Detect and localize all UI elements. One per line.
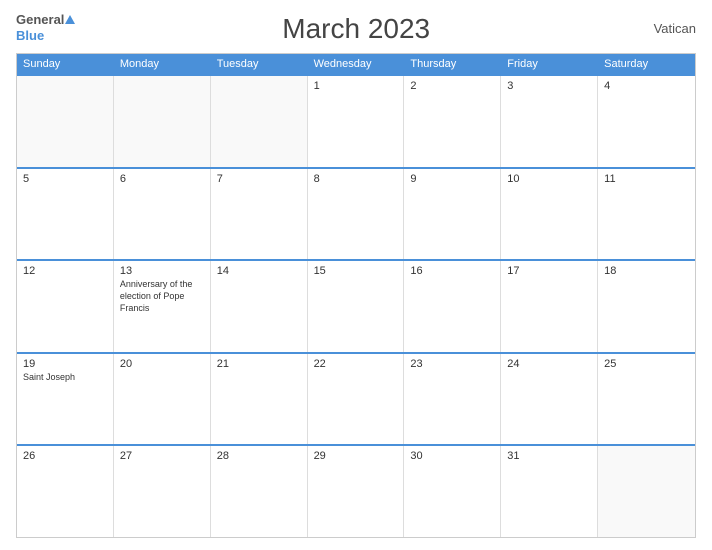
day-cell-4: 4 <box>598 76 695 167</box>
day-cell-5: 5 <box>17 169 114 260</box>
calendar: Sunday Monday Tuesday Wednesday Thursday… <box>16 53 696 538</box>
day-cell-15: 15 <box>308 261 405 352</box>
day-number: 14 <box>217 265 301 277</box>
day-number: 25 <box>604 358 689 370</box>
day-cell-14: 14 <box>211 261 308 352</box>
day-cell-29: 29 <box>308 446 405 537</box>
day-number: 20 <box>120 358 204 370</box>
day-cell-empty <box>114 76 211 167</box>
day-cell-16: 16 <box>404 261 501 352</box>
event-anniversary: Anniversary of the election of Pope Fran… <box>120 279 204 314</box>
week-row-2: 5 6 7 8 9 10 11 <box>17 167 695 260</box>
day-cell-empty <box>598 446 695 537</box>
day-cell-24: 24 <box>501 354 598 445</box>
week-row-4: 19 Saint Joseph 20 21 22 23 24 <box>17 352 695 445</box>
day-number: 31 <box>507 450 591 462</box>
day-cell-7: 7 <box>211 169 308 260</box>
day-number: 22 <box>314 358 398 370</box>
header-wednesday: Wednesday <box>308 54 405 74</box>
header-monday: Monday <box>114 54 211 74</box>
week-row-1: 1 2 3 4 <box>17 74 695 167</box>
event-saint-joseph: Saint Joseph <box>23 372 107 384</box>
day-number: 6 <box>120 173 204 185</box>
day-number: 3 <box>507 80 591 92</box>
day-number: 1 <box>314 80 398 92</box>
day-number: 16 <box>410 265 494 277</box>
day-cell-3: 3 <box>501 76 598 167</box>
header-sunday: Sunday <box>17 54 114 74</box>
day-cell-21: 21 <box>211 354 308 445</box>
day-number: 17 <box>507 265 591 277</box>
day-number: 18 <box>604 265 689 277</box>
day-cell-empty <box>17 76 114 167</box>
header-tuesday: Tuesday <box>211 54 308 74</box>
week-row-5: 26 27 28 29 30 31 <box>17 444 695 537</box>
day-cell-26: 26 <box>17 446 114 537</box>
header: General Blue March 2023 Vatican <box>16 12 696 45</box>
day-cell-11: 11 <box>598 169 695 260</box>
day-number: 12 <box>23 265 107 277</box>
day-cell-28: 28 <box>211 446 308 537</box>
day-cell-31: 31 <box>501 446 598 537</box>
day-number: 28 <box>217 450 301 462</box>
day-cell-empty <box>211 76 308 167</box>
day-number: 27 <box>120 450 204 462</box>
day-cell-12: 12 <box>17 261 114 352</box>
logo: General Blue <box>16 12 76 45</box>
day-number: 29 <box>314 450 398 462</box>
day-number: 30 <box>410 450 494 462</box>
day-headers-row: Sunday Monday Tuesday Wednesday Thursday… <box>17 54 695 74</box>
day-cell-19: 19 Saint Joseph <box>17 354 114 445</box>
day-number: 5 <box>23 173 107 185</box>
day-cell-25: 25 <box>598 354 695 445</box>
week-row-3: 12 13 Anniversary of the election of Pop… <box>17 259 695 352</box>
day-cell-23: 23 <box>404 354 501 445</box>
day-number: 13 <box>120 265 204 277</box>
day-number: 2 <box>410 80 494 92</box>
day-number: 15 <box>314 265 398 277</box>
header-thursday: Thursday <box>404 54 501 74</box>
day-number: 9 <box>410 173 494 185</box>
day-number: 8 <box>314 173 398 185</box>
logo-blue: Blue <box>16 28 44 43</box>
day-number: 11 <box>604 173 689 185</box>
calendar-title: March 2023 <box>76 13 636 45</box>
day-number: 23 <box>410 358 494 370</box>
header-saturday: Saturday <box>598 54 695 74</box>
day-cell-27: 27 <box>114 446 211 537</box>
weeks-container: 1 2 3 4 5 6 <box>17 74 695 537</box>
day-cell-13: 13 Anniversary of the election of Pope F… <box>114 261 211 352</box>
day-cell-17: 17 <box>501 261 598 352</box>
day-cell-22: 22 <box>308 354 405 445</box>
day-cell-8: 8 <box>308 169 405 260</box>
day-number: 7 <box>217 173 301 185</box>
header-friday: Friday <box>501 54 598 74</box>
day-cell-6: 6 <box>114 169 211 260</box>
day-cell-20: 20 <box>114 354 211 445</box>
logo-triangle-icon <box>65 15 75 24</box>
logo-general: General <box>16 12 64 27</box>
day-cell-30: 30 <box>404 446 501 537</box>
day-number: 26 <box>23 450 107 462</box>
day-number: 24 <box>507 358 591 370</box>
day-number: 19 <box>23 358 107 370</box>
day-cell-10: 10 <box>501 169 598 260</box>
page: General Blue March 2023 Vatican Sunday M… <box>0 0 712 550</box>
day-cell-9: 9 <box>404 169 501 260</box>
day-number: 4 <box>604 80 689 92</box>
day-cell-2: 2 <box>404 76 501 167</box>
day-cell-1: 1 <box>308 76 405 167</box>
day-number: 21 <box>217 358 301 370</box>
day-cell-18: 18 <box>598 261 695 352</box>
day-number: 10 <box>507 173 591 185</box>
country-label: Vatican <box>636 21 696 36</box>
